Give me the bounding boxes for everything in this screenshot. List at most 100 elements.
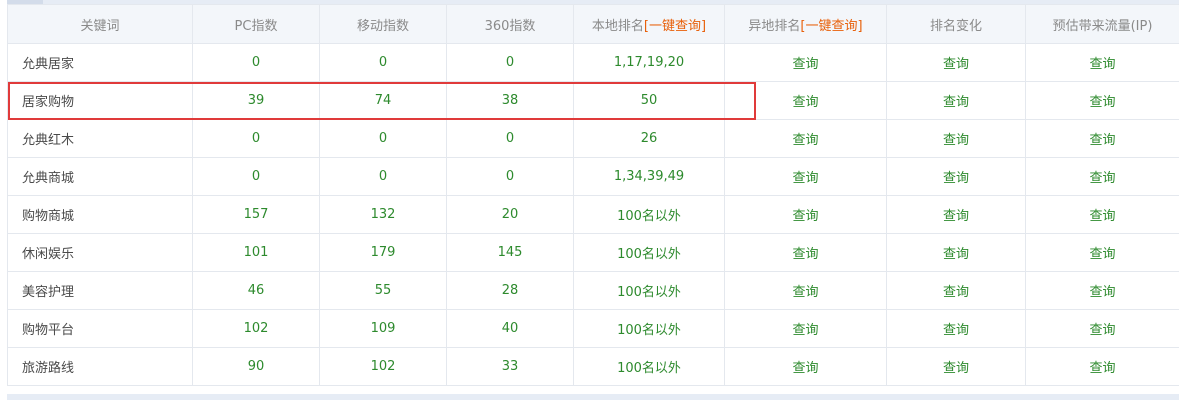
remote-rank-query-link[interactable]: 查询	[792, 133, 818, 148]
traffic-query-link[interactable]: 查询	[1089, 323, 1115, 338]
rank-change-query-link[interactable]: 查询	[943, 285, 969, 300]
rank-change-query-link[interactable]: 查询	[943, 247, 969, 262]
rank-change-query-link[interactable]: 查询	[943, 95, 969, 110]
remote-rank-one-click-query-link[interactable]: [一键查询]	[800, 19, 862, 34]
pc-index-cell: 0	[192, 157, 320, 196]
traffic-query-link[interactable]: 查询	[1089, 209, 1115, 224]
traffic-query-link[interactable]: 查询	[1089, 57, 1115, 72]
index-360-cell: 0	[446, 119, 574, 158]
pc-index-cell: 102	[192, 309, 320, 348]
remote-rank-cell: 查询	[724, 157, 887, 196]
table-row: 允典红木 0 0 0 26 查询 查询 查询	[7, 119, 1179, 158]
rank-change-cell: 查询	[886, 119, 1026, 158]
remote-rank-query-link[interactable]: 查询	[792, 323, 818, 338]
bottom-edge-strip	[7, 394, 1179, 400]
keyword-cell: 旅游路线	[7, 347, 193, 386]
pc-index-cell: 0	[192, 119, 320, 158]
table-row: 购物平台 102 109 40 100名以外 查询 查询 查询	[7, 309, 1179, 348]
traffic-query-link[interactable]: 查询	[1089, 361, 1115, 376]
local-rank-cell: 1,34,39,49	[573, 157, 725, 196]
table-row: 允典居家 0 0 0 1,17,19,20 查询 查询 查询	[7, 43, 1179, 82]
traffic-cell: 查询	[1025, 43, 1179, 82]
rank-change-cell: 查询	[886, 347, 1026, 386]
remote-rank-cell: 查询	[724, 81, 887, 120]
rank-change-query-link[interactable]: 查询	[943, 361, 969, 376]
rank-change-cell: 查询	[886, 43, 1026, 82]
traffic-query-link[interactable]: 查询	[1089, 133, 1115, 148]
remote-rank-query-link[interactable]: 查询	[792, 285, 818, 300]
traffic-query-link[interactable]: 查询	[1089, 285, 1115, 300]
rank-change-query-link[interactable]: 查询	[943, 57, 969, 72]
table-row: 居家购物 39 74 38 50 查询 查询 查询	[7, 81, 1179, 120]
rank-change-cell: 查询	[886, 233, 1026, 272]
traffic-cell: 查询	[1025, 157, 1179, 196]
rank-change-query-link[interactable]: 查询	[943, 133, 969, 148]
mobile-index-cell: 109	[319, 309, 447, 348]
header-remote-rank-label: 异地排名	[748, 18, 801, 34]
table-row: 美容护理 46 55 28 100名以外 查询 查询 查询	[7, 271, 1179, 310]
keyword-ranking-table: 关键词 PC指数 移动指数 360指数 本地排名[一键查询] 异地排名[一键查询…	[7, 4, 1179, 386]
rank-change-cell: 查询	[886, 195, 1026, 234]
traffic-cell: 查询	[1025, 271, 1179, 310]
index-360-cell: 40	[446, 309, 574, 348]
index-360-cell: 145	[446, 233, 574, 272]
remote-rank-cell: 查询	[724, 309, 887, 348]
index-360-cell: 38	[446, 81, 574, 120]
local-rank-one-click-query-link[interactable]: [一键查询]	[644, 19, 706, 34]
remote-rank-cell: 查询	[724, 233, 887, 272]
header-mobile-index: 移动指数	[319, 4, 447, 44]
mobile-index-cell: 55	[319, 271, 447, 310]
traffic-cell: 查询	[1025, 195, 1179, 234]
keyword-cell: 允典居家	[7, 43, 193, 82]
index-360-cell: 0	[446, 157, 574, 196]
mobile-index-cell: 0	[319, 157, 447, 196]
mobile-index-cell: 0	[319, 119, 447, 158]
table-row: 旅游路线 90 102 33 100名以外 查询 查询 查询	[7, 347, 1179, 386]
table-row: 允典商城 0 0 0 1,34,39,49 查询 查询 查询	[7, 157, 1179, 196]
traffic-cell: 查询	[1025, 119, 1179, 158]
keyword-ranking-panel: 关键词 PC指数 移动指数 360指数 本地排名[一键查询] 异地排名[一键查询…	[0, 0, 1179, 400]
rank-change-query-link[interactable]: 查询	[943, 171, 969, 186]
local-rank-cell: 1,17,19,20	[573, 43, 725, 82]
remote-rank-query-link[interactable]: 查询	[792, 95, 818, 110]
keyword-cell: 购物商城	[7, 195, 193, 234]
remote-rank-cell: 查询	[724, 271, 887, 310]
pc-index-cell: 157	[192, 195, 320, 234]
header-local-rank: 本地排名[一键查询]	[573, 4, 725, 44]
keyword-cell: 美容护理	[7, 271, 193, 310]
pc-index-cell: 46	[192, 271, 320, 310]
rank-change-cell: 查询	[886, 157, 1026, 196]
keyword-cell: 居家购物	[7, 81, 193, 120]
remote-rank-query-link[interactable]: 查询	[792, 247, 818, 262]
local-rank-cell: 100名以外	[573, 309, 725, 348]
remote-rank-cell: 查询	[724, 347, 887, 386]
keyword-cell: 允典红木	[7, 119, 193, 158]
traffic-query-link[interactable]: 查询	[1089, 171, 1115, 186]
mobile-index-cell: 74	[319, 81, 447, 120]
remote-rank-query-link[interactable]: 查询	[792, 171, 818, 186]
remote-rank-cell: 查询	[724, 195, 887, 234]
local-rank-cell: 100名以外	[573, 195, 725, 234]
rank-change-query-link[interactable]: 查询	[943, 209, 969, 224]
header-keyword: 关键词	[7, 4, 193, 44]
traffic-query-link[interactable]: 查询	[1089, 247, 1115, 262]
remote-rank-query-link[interactable]: 查询	[792, 361, 818, 376]
rank-change-query-link[interactable]: 查询	[943, 323, 969, 338]
header-local-rank-label: 本地排名	[591, 18, 644, 34]
traffic-cell: 查询	[1025, 233, 1179, 272]
rank-change-cell: 查询	[886, 309, 1026, 348]
remote-rank-cell: 查询	[724, 119, 887, 158]
table-row: 购物商城 157 132 20 100名以外 查询 查询 查询	[7, 195, 1179, 234]
index-360-cell: 0	[446, 43, 574, 82]
header-estimated-traffic: 预估带来流量(IP)	[1025, 4, 1179, 44]
local-rank-cell: 50	[573, 81, 725, 120]
remote-rank-query-link[interactable]: 查询	[792, 57, 818, 72]
local-rank-cell: 100名以外	[573, 347, 725, 386]
mobile-index-cell: 102	[319, 347, 447, 386]
remote-rank-query-link[interactable]: 查询	[792, 209, 818, 224]
traffic-cell: 查询	[1025, 309, 1179, 348]
header-pc-index: PC指数	[192, 4, 320, 44]
traffic-query-link[interactable]: 查询	[1089, 95, 1115, 110]
rank-change-cell: 查询	[886, 271, 1026, 310]
header-remote-rank: 异地排名[一键查询]	[724, 4, 887, 44]
